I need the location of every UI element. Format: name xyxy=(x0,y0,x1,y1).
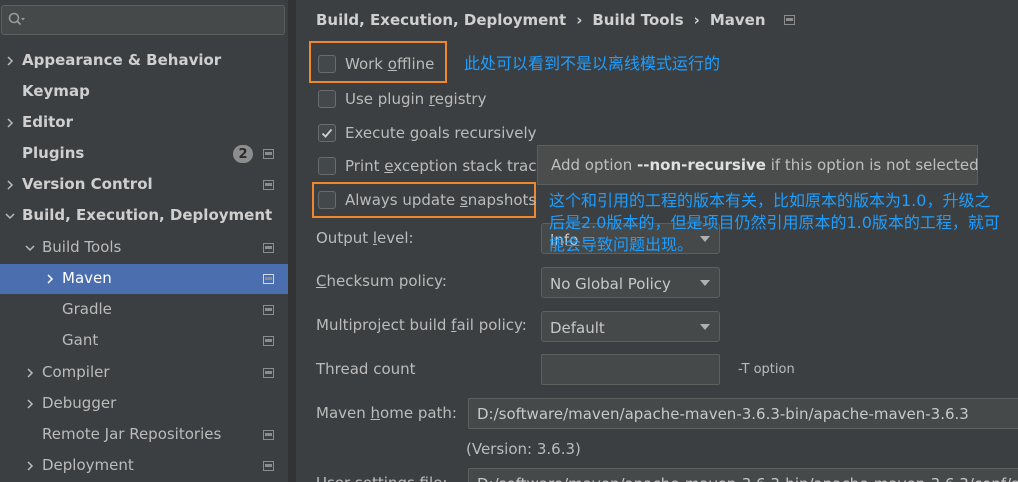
chevron-right-icon xyxy=(7,118,14,128)
non-recursive-tooltip: Add option --non-recursive if this optio… xyxy=(537,145,979,185)
print-exception-stack-trace-label: Print exception stack trace xyxy=(345,157,546,175)
thread-count-input[interactable] xyxy=(541,354,720,385)
sidebar-item-remote-jar-repositories[interactable]: Remote Jar Repositories xyxy=(0,420,286,450)
maven-home-label: Maven home path: xyxy=(316,404,457,422)
sidebar-item-label: Keymap xyxy=(22,82,90,100)
checkbox-box[interactable] xyxy=(318,90,336,108)
project-settings-icon xyxy=(263,180,274,190)
checkbox-box[interactable] xyxy=(318,124,336,142)
project-settings-icon xyxy=(263,368,274,378)
breadcrumb-item: Build, Execution, Deployment xyxy=(316,11,567,29)
always-update-snapshots-label: Always update snapshots xyxy=(345,191,537,209)
breadcrumb-item: Build Tools xyxy=(592,11,684,29)
fail-policy-value: Default xyxy=(550,319,605,337)
search-icon xyxy=(8,12,25,26)
project-settings-icon xyxy=(263,274,274,284)
sidebar-splitter[interactable] xyxy=(288,0,296,482)
project-settings-icon xyxy=(263,336,274,346)
sidebar-item-editor[interactable]: Editor xyxy=(0,108,286,138)
project-settings-icon xyxy=(783,15,795,25)
breadcrumb-item: Maven xyxy=(709,11,766,29)
work-offline-checkbox[interactable]: Work offline xyxy=(318,50,434,78)
sidebar-item-maven[interactable]: Maven xyxy=(0,264,295,294)
sidebar-item-keymap[interactable]: Keymap xyxy=(0,77,286,107)
checkbox-box[interactable] xyxy=(318,55,336,73)
sidebar-item-gradle[interactable]: Gradle xyxy=(0,295,286,325)
maven-home-path-input[interactable]: D:/software/maven/apache-maven-3.6.3-bin… xyxy=(468,398,1018,429)
sidebar-item-label: Editor xyxy=(22,113,73,131)
sidebar-item-label: Gant xyxy=(62,331,99,349)
chevron-down-icon xyxy=(25,245,35,252)
sidebar-item-plugins[interactable]: Plugins 2 xyxy=(0,139,286,169)
chevron-down-icon xyxy=(700,324,710,330)
sidebar-item-deployment[interactable]: Deployment xyxy=(0,451,286,481)
project-settings-icon xyxy=(263,461,274,471)
sidebar-item-version-control[interactable]: Version Control xyxy=(0,170,286,200)
checksum-policy-label: Checksum policy: xyxy=(316,272,447,290)
sidebar-item-appearance-behavior[interactable]: Appearance & Behavior xyxy=(0,46,286,76)
breadcrumb-separator: › xyxy=(693,11,700,29)
checksum-policy-value: No Global Policy xyxy=(550,275,671,293)
sidebar-item-debugger[interactable]: Debugger xyxy=(0,389,286,419)
project-settings-icon xyxy=(263,149,274,159)
user-settings-file-label: User settings file: xyxy=(316,474,447,482)
sidebar-item-label: Build, Execution, Deployment xyxy=(22,206,273,224)
chevron-right-icon xyxy=(27,461,34,471)
chevron-right-icon xyxy=(7,180,14,190)
chevron-down-icon xyxy=(700,280,710,286)
sidebar-item-label: Gradle xyxy=(62,300,112,318)
sidebar-item-gant[interactable]: Gant xyxy=(0,326,286,356)
fail-policy-label: Multiproject build fail policy: xyxy=(316,316,527,334)
checkbox-box[interactable] xyxy=(318,157,336,175)
settings-sidebar: Appearance & Behavior Keymap Editor Plug… xyxy=(0,0,295,482)
breadcrumb: Build, Execution, Deployment › Build Too… xyxy=(316,11,795,29)
plugin-updates-badge: 2 xyxy=(233,145,253,163)
chevron-down-icon xyxy=(5,213,15,220)
chevron-right-icon xyxy=(7,56,14,66)
sidebar-item-label: Maven xyxy=(62,269,112,287)
sidebar-item-label: Plugins xyxy=(22,144,85,162)
print-exception-stack-trace-checkbox[interactable]: Print exception stack trace xyxy=(318,152,546,180)
chevron-right-icon xyxy=(47,274,54,284)
sidebar-item-label: Compiler xyxy=(42,363,110,381)
thread-count-hint: -T option xyxy=(738,362,795,377)
sidebar-item-compiler[interactable]: Compiler xyxy=(0,358,286,388)
execute-goals-recursively-label: Execute goals recursively xyxy=(345,124,537,142)
project-settings-icon xyxy=(263,243,274,253)
settings-search-input[interactable] xyxy=(1,5,285,35)
maven-version-text: (Version: 3.6.3) xyxy=(466,440,581,458)
project-settings-icon xyxy=(263,305,274,315)
sidebar-item-label: Build Tools xyxy=(42,238,122,256)
always-update-snapshots-checkbox[interactable]: Always update snapshots xyxy=(318,186,536,214)
sidebar-item-label: Version Control xyxy=(22,175,153,193)
user-settings-file-input[interactable]: D:/software/maven/apache-maven-3.6.3-bin… xyxy=(468,468,1018,482)
checksum-policy-select[interactable]: No Global Policy xyxy=(541,267,720,298)
execute-goals-recursively-checkbox[interactable]: Execute goals recursively xyxy=(318,119,537,147)
thread-count-label: Thread count xyxy=(316,360,416,378)
checkbox-box[interactable] xyxy=(318,191,336,209)
sidebar-item-build-execution-deployment[interactable]: Build, Execution, Deployment xyxy=(0,201,286,231)
breadcrumb-separator: › xyxy=(576,11,583,29)
work-offline-label: Work offline xyxy=(345,55,435,73)
snapshots-annotation: 这个和引用的工程的版本有关，比如原本的版本为1.0，升级之后是2.0版本的，但是… xyxy=(549,191,1000,254)
sidebar-item-build-tools[interactable]: Build Tools xyxy=(0,233,286,263)
maven-settings-panel: Build, Execution, Deployment › Build Too… xyxy=(296,0,1018,482)
fail-policy-select[interactable]: Default xyxy=(541,311,720,342)
offline-annotation: 此处可以看到不是以离线模式运行的 xyxy=(464,54,721,73)
sidebar-item-label: Debugger xyxy=(42,394,117,412)
sidebar-item-label: Deployment xyxy=(42,456,134,474)
sidebar-item-label: Appearance & Behavior xyxy=(22,51,222,69)
use-plugin-registry-checkbox[interactable]: Use plugin registry xyxy=(318,85,486,113)
sidebar-item-label: Remote Jar Repositories xyxy=(42,425,222,443)
use-plugin-registry-label: Use plugin registry xyxy=(345,90,487,108)
output-level-label: Output level: xyxy=(316,229,414,247)
chevron-right-icon xyxy=(27,368,34,378)
chevron-right-icon xyxy=(27,399,34,409)
project-settings-icon xyxy=(263,430,274,440)
checkmark-icon xyxy=(321,128,333,138)
